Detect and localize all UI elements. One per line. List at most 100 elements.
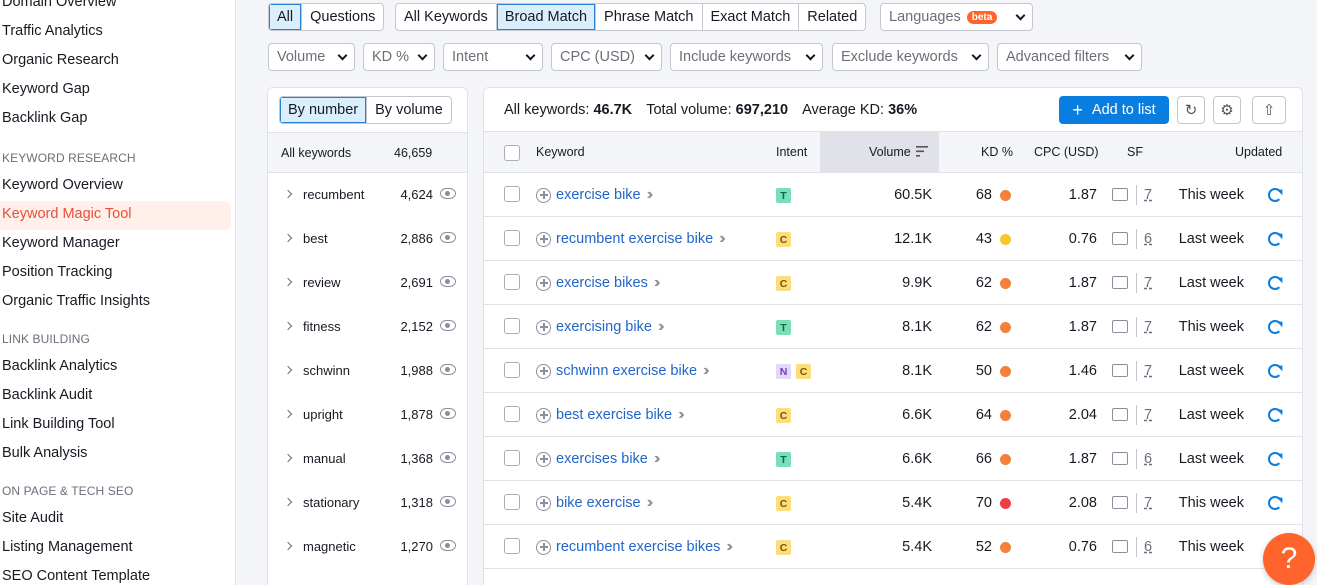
serp-features-icon[interactable]: [1112, 364, 1128, 377]
refresh-icon[interactable]: [1268, 452, 1282, 466]
refresh-icon[interactable]: [1268, 320, 1282, 334]
sidebar-item-position-tracking[interactable]: Position Tracking: [2, 264, 112, 280]
serp-features-count[interactable]: 7: [1144, 319, 1152, 335]
group-item-upright[interactable]: upright 1,878: [268, 393, 467, 437]
serp-features-count[interactable]: 7: [1144, 187, 1152, 203]
eye-icon[interactable]: [440, 276, 456, 287]
keyword-column-header[interactable]: Keyword: [536, 145, 585, 159]
intent-filter-dropdown[interactable]: Intent: [443, 43, 543, 71]
row-checkbox[interactable]: [504, 230, 520, 246]
plus-circle-icon[interactable]: [536, 363, 551, 379]
sidebar-item-keyword-overview[interactable]: Keyword Overview: [2, 177, 123, 193]
row-checkbox[interactable]: [504, 406, 520, 422]
sidebar-item-link-building-tool[interactable]: Link Building Tool: [2, 416, 115, 432]
double-chevron-icon[interactable]: ››: [654, 450, 660, 468]
row-checkbox[interactable]: [504, 318, 520, 334]
serp-features-icon[interactable]: [1112, 276, 1128, 289]
group-item-manual[interactable]: manual 1,368: [268, 437, 467, 481]
chevron-right-icon[interactable]: [283, 497, 293, 507]
plus-circle-icon[interactable]: [536, 187, 551, 203]
sidebar-item-seo-content-template[interactable]: SEO Content Template: [2, 568, 150, 584]
tab-phrase-match[interactable]: Phrase Match: [596, 4, 703, 30]
refresh-icon[interactable]: [1268, 276, 1282, 290]
eye-icon[interactable]: [440, 188, 456, 199]
plus-circle-icon[interactable]: [536, 451, 551, 467]
plus-circle-icon[interactable]: [536, 407, 551, 423]
serp-features-count[interactable]: 6: [1144, 539, 1152, 555]
eye-icon[interactable]: [440, 364, 456, 375]
tab-related[interactable]: Related: [799, 4, 865, 30]
serp-features-icon[interactable]: [1112, 188, 1128, 201]
double-chevron-icon[interactable]: ››: [654, 274, 660, 292]
help-button[interactable]: ?: [1263, 533, 1315, 585]
serp-features-count[interactable]: 6: [1144, 231, 1152, 247]
cpc-column-header[interactable]: CPC (USD): [1034, 145, 1099, 159]
add-to-list-button[interactable]: + Add to list: [1059, 96, 1169, 124]
sidebar-item-site-audit[interactable]: Site Audit: [2, 510, 63, 526]
chevron-right-icon[interactable]: [283, 541, 293, 551]
chevron-right-icon[interactable]: [283, 277, 293, 287]
double-chevron-icon[interactable]: ››: [647, 494, 653, 512]
keyword-link[interactable]: schwinn exercise bike ››: [536, 362, 709, 380]
sidebar-item-organic-research[interactable]: Organic Research: [2, 52, 119, 68]
group-item-stationary[interactable]: stationary 1,318: [268, 481, 467, 525]
double-chevron-icon[interactable]: ››: [647, 186, 653, 204]
keyword-link[interactable]: exercise bikes ››: [536, 274, 660, 292]
sidebar-item-bulk-analysis[interactable]: Bulk Analysis: [2, 445, 87, 461]
serp-features-count[interactable]: 7: [1144, 407, 1152, 423]
keyword-link[interactable]: exercise bike ››: [536, 186, 653, 204]
group-item-fitness[interactable]: fitness 2,152: [268, 305, 467, 349]
eye-icon[interactable]: [440, 452, 456, 463]
serp-features-icon[interactable]: [1112, 320, 1128, 333]
export-button[interactable]: ⇧: [1252, 96, 1286, 124]
eye-icon[interactable]: [440, 232, 456, 243]
serp-features-count[interactable]: 6: [1144, 451, 1152, 467]
keyword-link[interactable]: exercising bike ››: [536, 318, 664, 336]
tab-questions[interactable]: Questions: [302, 4, 383, 30]
double-chevron-icon[interactable]: ››: [703, 362, 709, 380]
keyword-link[interactable]: best exercise bike ››: [536, 406, 684, 424]
row-checkbox[interactable]: [504, 362, 520, 378]
select-all-checkbox[interactable]: [504, 145, 520, 161]
chevron-right-icon[interactable]: [283, 321, 293, 331]
row-checkbox[interactable]: [504, 494, 520, 510]
double-chevron-icon[interactable]: ››: [726, 538, 732, 556]
refresh-icon[interactable]: [1268, 364, 1282, 378]
refresh-icon[interactable]: [1268, 188, 1282, 202]
group-item-magnetic[interactable]: magnetic 1,270: [268, 525, 467, 569]
intent-column-header[interactable]: Intent: [776, 145, 807, 159]
tab-broad-match[interactable]: Broad Match: [496, 4, 597, 30]
eye-icon[interactable]: [440, 496, 456, 507]
sidebar-item-keyword-gap[interactable]: Keyword Gap: [2, 81, 90, 97]
eye-icon[interactable]: [440, 320, 456, 331]
keyword-link[interactable]: recumbent exercise bikes ››: [536, 538, 733, 556]
sidebar-item-keyword-magic-tool[interactable]: Keyword Magic Tool: [2, 206, 132, 222]
all-keywords-group[interactable]: All keywords 46,659: [268, 132, 467, 173]
eye-icon[interactable]: [440, 408, 456, 419]
advanced-filters-filter-dropdown[interactable]: Advanced filters: [997, 43, 1142, 71]
sidebar-item-backlink-audit[interactable]: Backlink Audit: [2, 387, 92, 403]
sidebar-item-traffic-analytics[interactable]: Traffic Analytics: [2, 23, 103, 39]
include-keywords-filter-dropdown[interactable]: Include keywords: [670, 43, 823, 71]
group-item-recumbent[interactable]: recumbent 4,624: [268, 173, 467, 217]
row-checkbox[interactable]: [504, 186, 520, 202]
kd-column-header[interactable]: KD %: [981, 145, 1013, 159]
serp-features-icon[interactable]: [1112, 232, 1128, 245]
volume-column-header[interactable]: Volume: [869, 145, 911, 159]
refresh-icon[interactable]: [1268, 496, 1282, 510]
tab-all[interactable]: All: [269, 4, 303, 30]
row-checkbox[interactable]: [504, 538, 520, 554]
group-item-best[interactable]: best 2,886: [268, 217, 467, 261]
keyword-link[interactable]: recumbent exercise bike ››: [536, 230, 725, 248]
chevron-right-icon[interactable]: [283, 453, 293, 463]
tab-exact-match[interactable]: Exact Match: [703, 4, 800, 30]
double-chevron-icon[interactable]: ››: [678, 406, 684, 424]
refresh-icon[interactable]: [1268, 232, 1282, 246]
sidebar-item-backlink-analytics[interactable]: Backlink Analytics: [2, 358, 117, 374]
serp-features-icon[interactable]: [1112, 496, 1128, 509]
plus-circle-icon[interactable]: [536, 275, 551, 291]
double-chevron-icon[interactable]: ››: [719, 230, 725, 248]
row-checkbox[interactable]: [504, 274, 520, 290]
refresh-button[interactable]: ↻: [1177, 96, 1205, 124]
volume-filter-dropdown[interactable]: Volume: [268, 43, 355, 71]
